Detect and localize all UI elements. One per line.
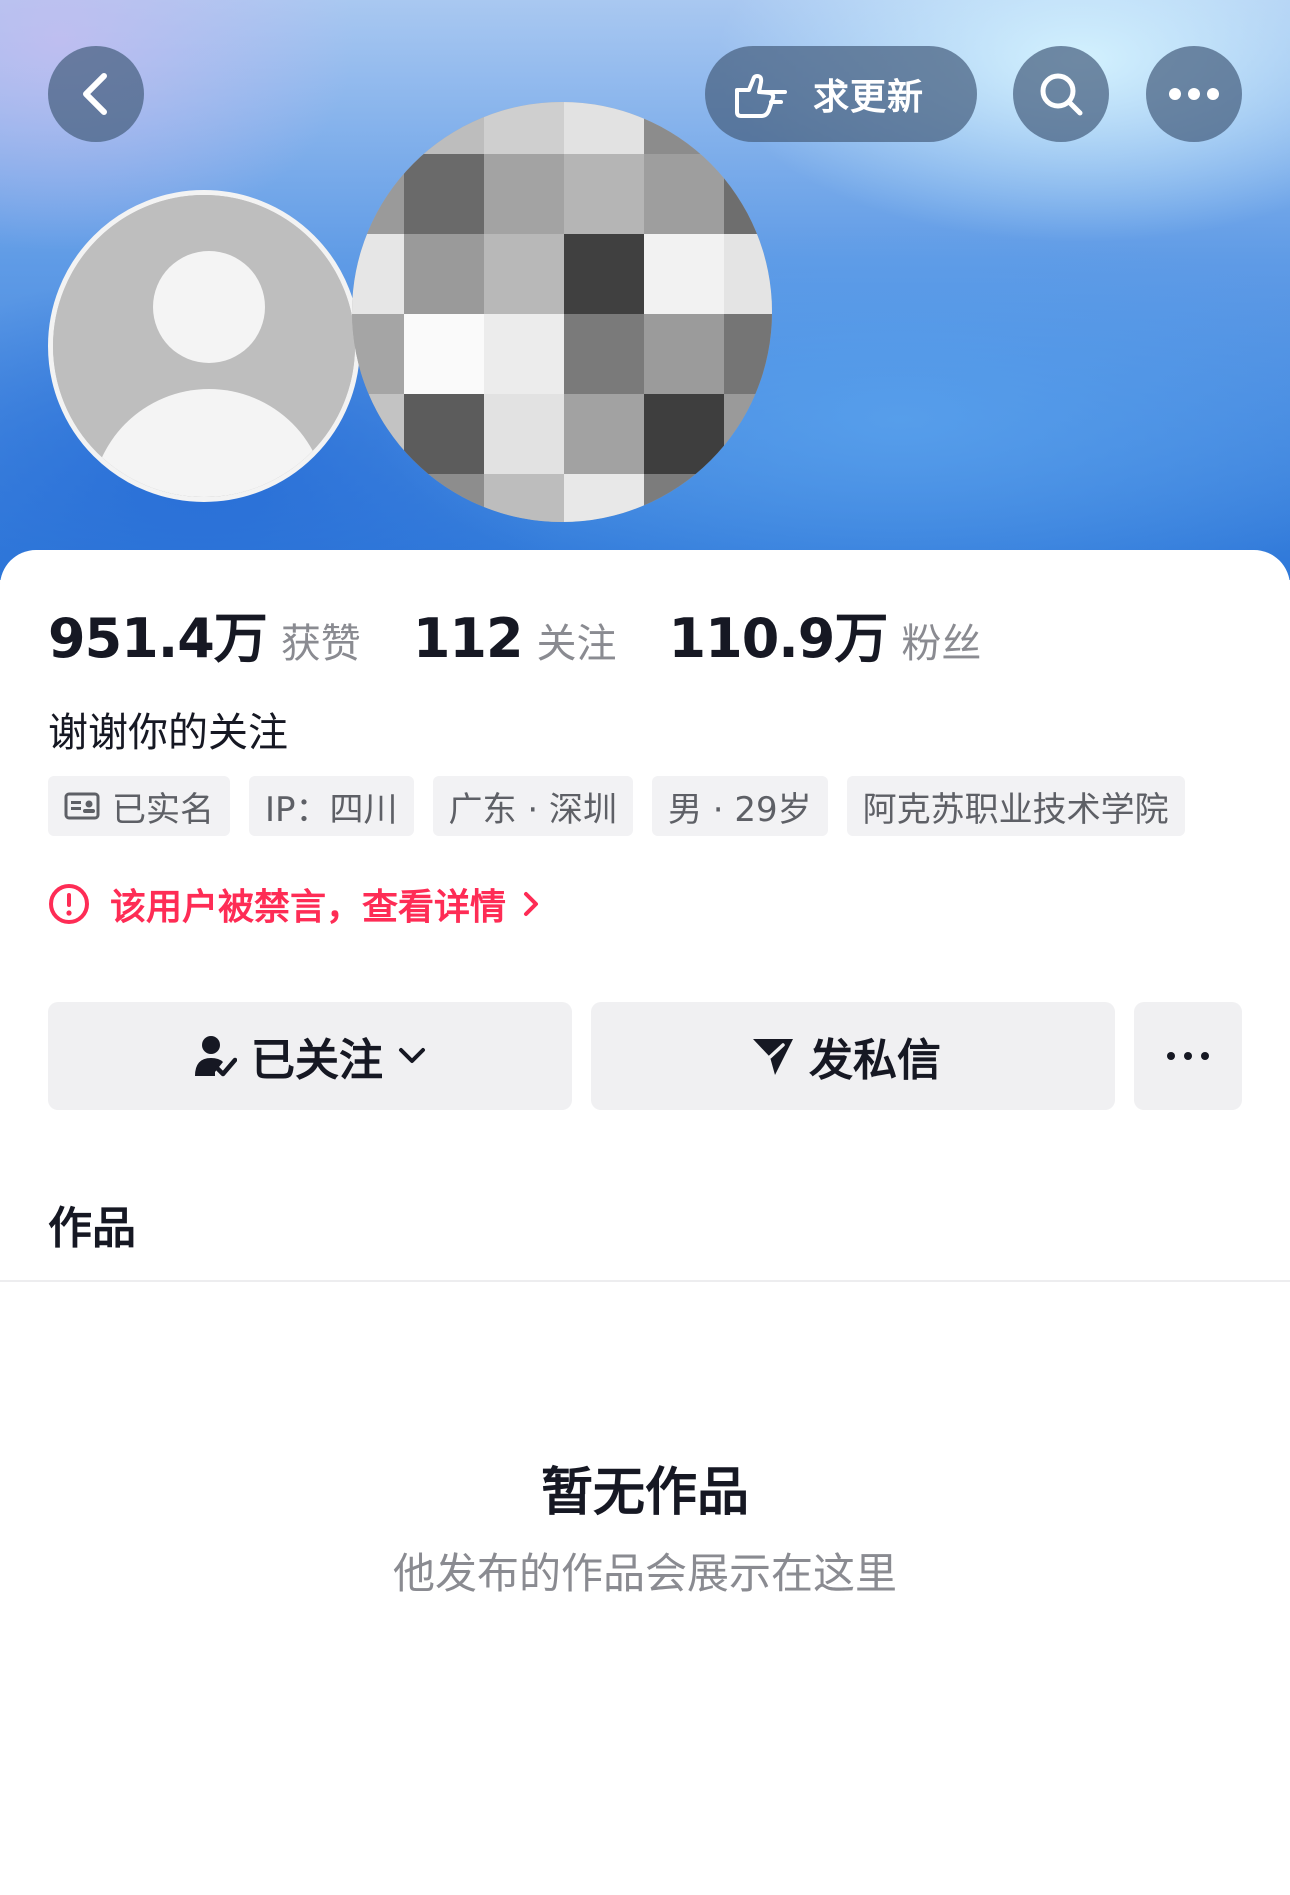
more-actions-button[interactable] bbox=[1134, 1002, 1242, 1110]
send-message-button[interactable]: 发私信 bbox=[591, 1002, 1115, 1110]
tag-gender-age: 男 · 29岁 bbox=[651, 776, 828, 836]
tab-works[interactable]: 作品 bbox=[48, 1192, 136, 1256]
pixelated-avatar-image bbox=[352, 102, 772, 522]
ban-notice-link[interactable]: 该用户被禁言，查看详情 bbox=[48, 878, 542, 930]
profile-actions: 已关注 发私信 bbox=[48, 1002, 1242, 1110]
tag-label: 广东 · 深圳 bbox=[448, 789, 617, 830]
chevron-down-icon bbox=[399, 1048, 425, 1063]
chevron-left-icon bbox=[83, 73, 107, 115]
tag-label: 阿克苏职业技术学院 bbox=[862, 789, 1169, 830]
chevron-right-icon bbox=[524, 892, 539, 916]
search-button[interactable] bbox=[1013, 46, 1109, 142]
profile-page: 求更新 951.4万 获赞 112 关注 110.9万 粉丝 谢谢你的关注 已实… bbox=[0, 0, 1290, 1895]
viewer-avatar bbox=[48, 190, 360, 502]
user-check-icon bbox=[195, 1036, 237, 1077]
tag-label: 已实名 bbox=[112, 789, 214, 830]
more-options-button[interactable] bbox=[1146, 46, 1242, 142]
search-icon bbox=[1040, 73, 1083, 116]
ellipsis-icon bbox=[1167, 1052, 1209, 1060]
profile-bio: 谢谢你的关注 bbox=[48, 710, 288, 756]
id-card-icon bbox=[64, 792, 100, 820]
tag-verified: 已实名 bbox=[48, 776, 230, 836]
pointing-hand-icon bbox=[735, 74, 787, 118]
default-user-icon bbox=[53, 195, 355, 497]
profile-avatar[interactable] bbox=[352, 102, 772, 522]
ban-notice-text: 该用户被禁言，查看详情 bbox=[110, 887, 507, 928]
paper-plane-icon bbox=[753, 1039, 793, 1075]
stat-label: 关注 bbox=[536, 621, 617, 667]
send-message-label: 发私信 bbox=[809, 1035, 941, 1086]
stat-following[interactable]: 112 关注 bbox=[413, 607, 617, 670]
empty-works-subtitle: 他发布的作品会展示在这里 bbox=[392, 1549, 897, 1598]
followed-button[interactable]: 已关注 bbox=[48, 1002, 572, 1110]
profile-stats: 951.4万 获赞 112 关注 110.9万 粉丝 bbox=[48, 594, 1033, 673]
stat-value: 951.4万 bbox=[48, 607, 268, 670]
tag-location: 广东 · 深圳 bbox=[432, 776, 633, 836]
stat-value: 110.9万 bbox=[668, 607, 889, 670]
profile-card: 951.4万 获赞 112 关注 110.9万 粉丝 谢谢你的关注 已实名 IP… bbox=[0, 550, 1290, 1895]
ellipsis-icon bbox=[1169, 88, 1219, 100]
request-update-label: 求更新 bbox=[813, 77, 925, 118]
stat-label: 获赞 bbox=[280, 621, 361, 667]
stat-likes[interactable]: 951.4万 获赞 bbox=[48, 594, 361, 673]
stat-label: 粉丝 bbox=[901, 621, 982, 667]
back-button[interactable] bbox=[48, 46, 144, 142]
tag-school[interactable]: 阿克苏职业技术学院 bbox=[846, 776, 1185, 836]
tag-ip: IP：四川 bbox=[249, 776, 414, 836]
empty-works-title: 暂无作品 bbox=[540, 1463, 749, 1523]
tab-divider bbox=[0, 1280, 1290, 1282]
tag-label: IP：四川 bbox=[265, 789, 398, 830]
profile-tags: 已实名 IP：四川 广东 · 深圳 男 · 29岁 阿克苏职业技术学院 bbox=[48, 776, 1204, 836]
tag-label: 男 · 29岁 bbox=[667, 789, 812, 830]
followed-label: 已关注 bbox=[251, 1035, 383, 1086]
alert-circle-icon bbox=[49, 884, 89, 924]
stat-followers[interactable]: 110.9万 粉丝 bbox=[669, 594, 982, 673]
request-update-button[interactable]: 求更新 bbox=[705, 46, 977, 142]
stat-value: 112 bbox=[412, 607, 524, 670]
